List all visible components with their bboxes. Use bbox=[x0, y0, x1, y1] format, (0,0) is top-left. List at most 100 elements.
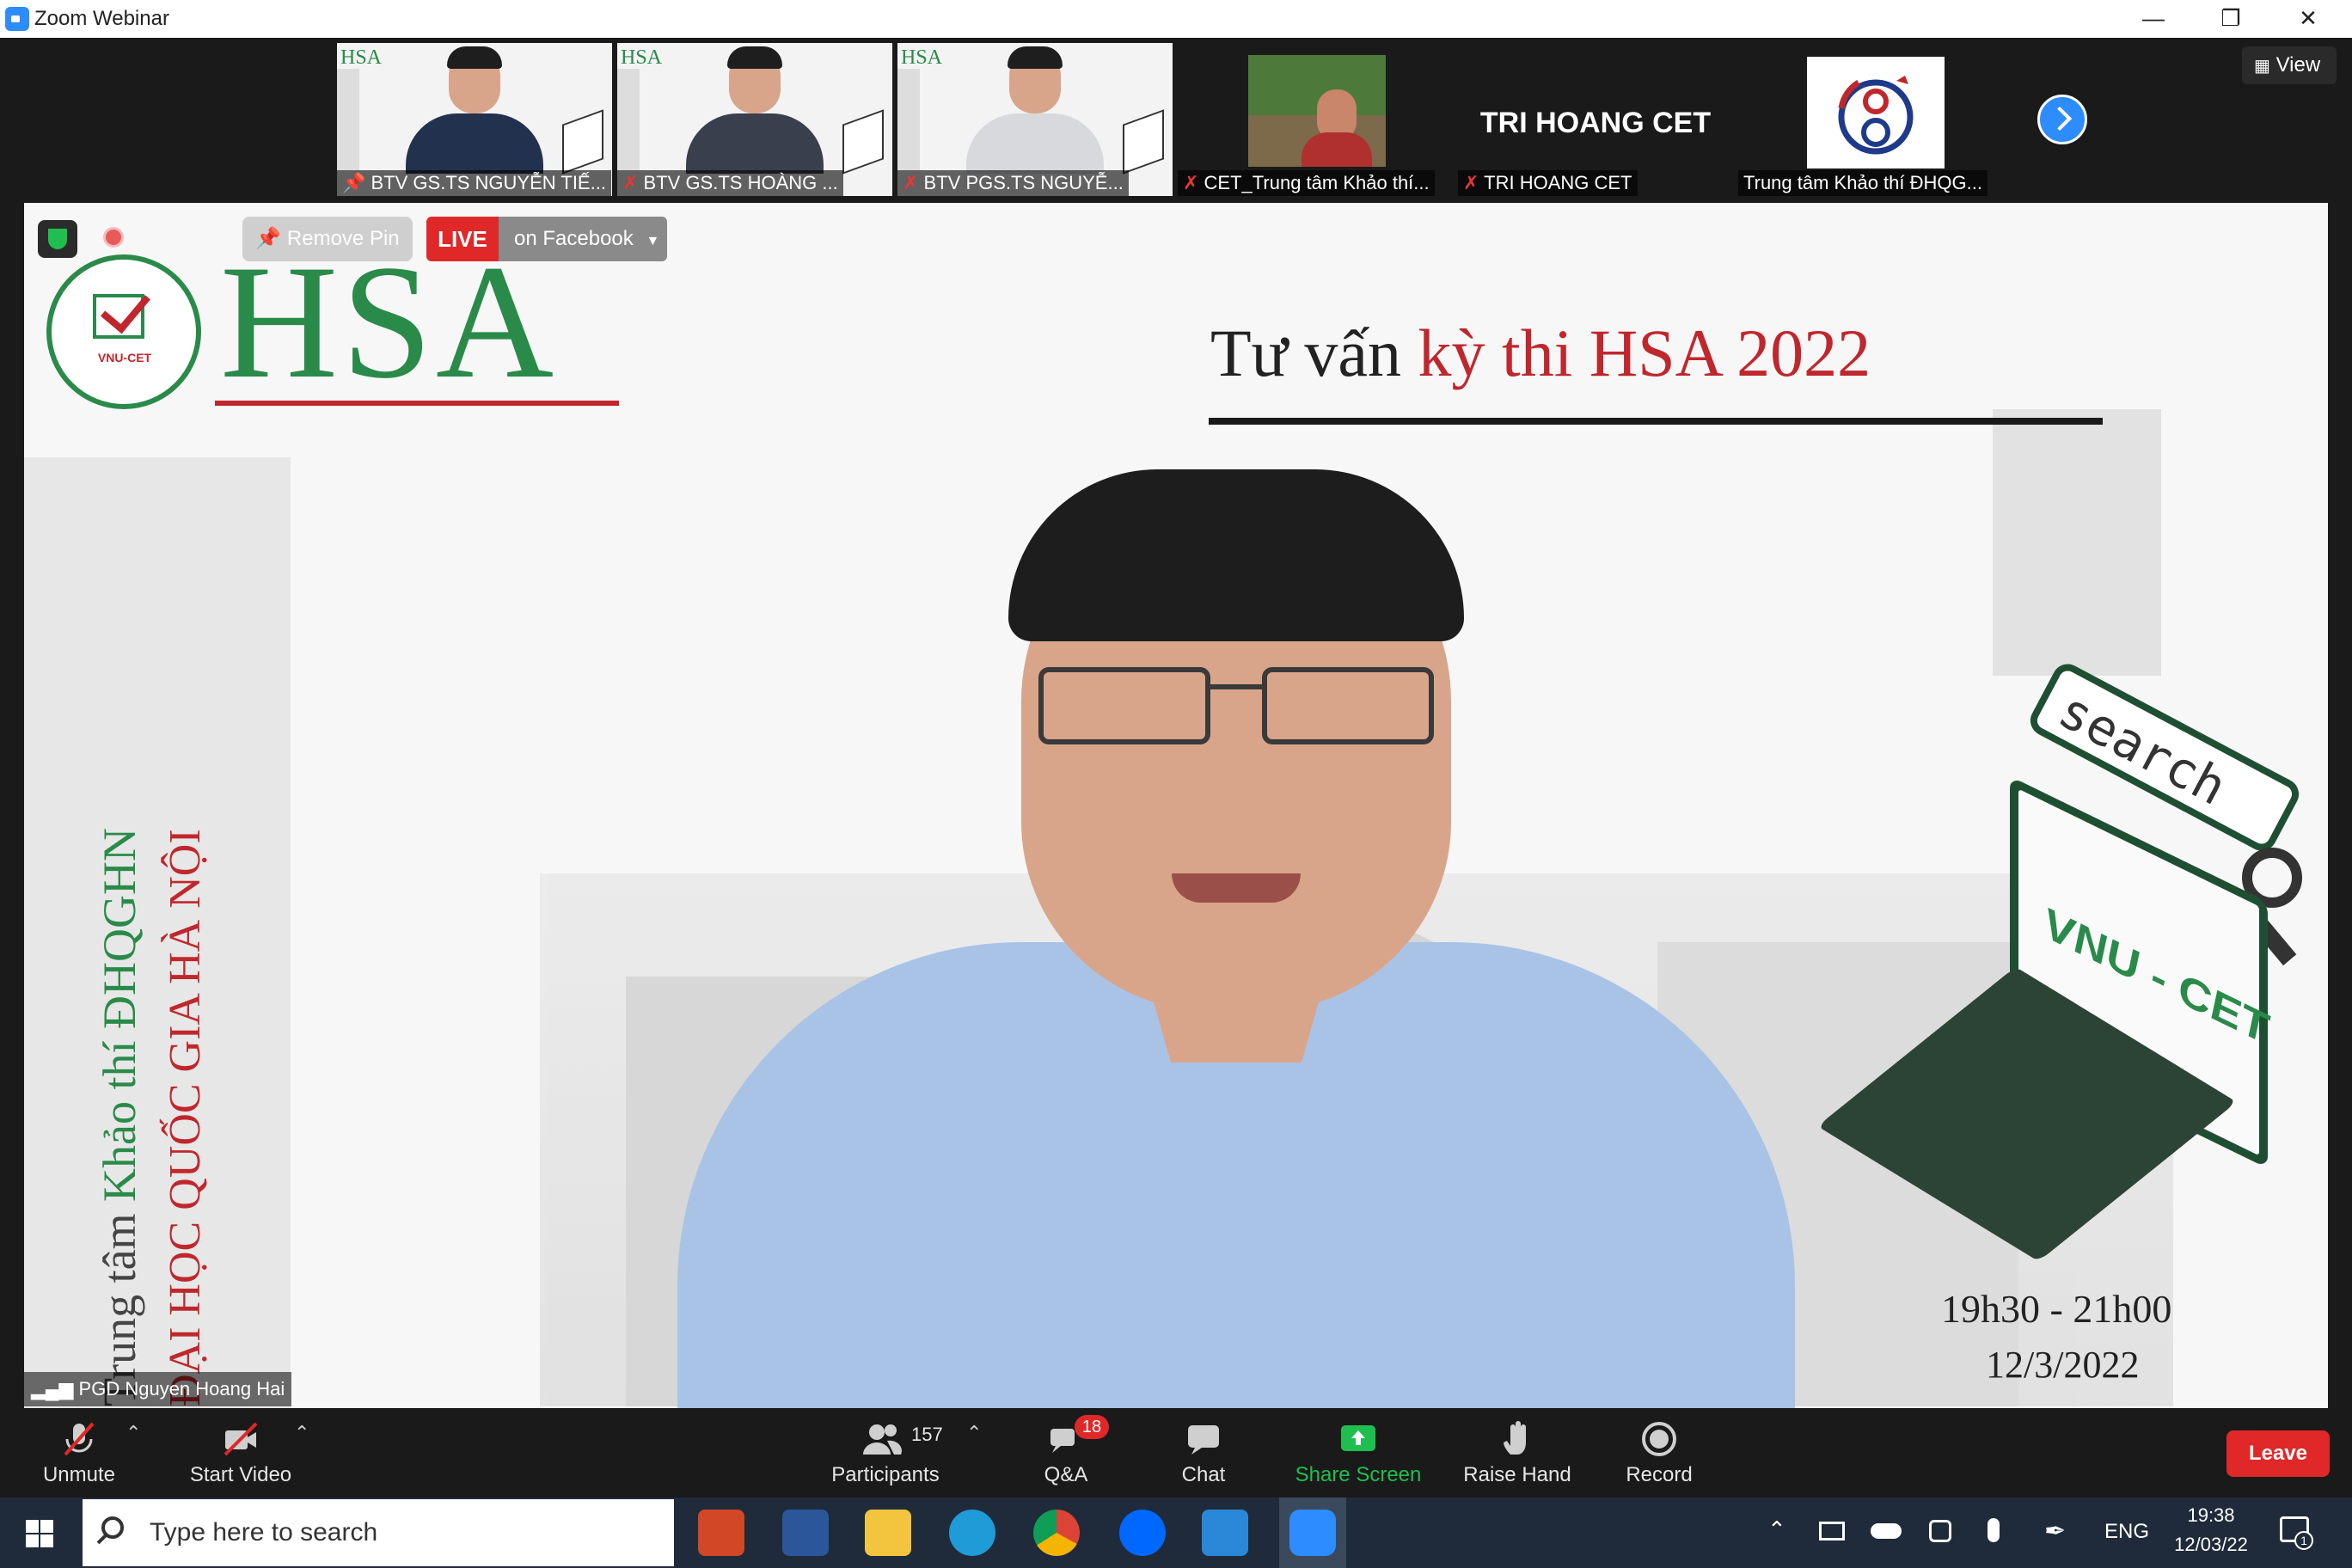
record-button[interactable]: Record bbox=[1608, 1415, 1711, 1492]
qa-button[interactable]: 18 Q&A bbox=[1014, 1415, 1118, 1492]
participant-thumbnails-strip: HSA 📌 BTV GS.TS NGUYỄN TIẾ... HSA ✗ BTV … bbox=[0, 38, 2352, 201]
thumbnail-tile[interactable]: ✗ CET_Trung tâm Khảo thí... bbox=[1178, 43, 1453, 196]
recording-indicator-icon bbox=[103, 227, 124, 248]
main-video-area: VNU-CET HSA Tư vấn kỳ thi HSA 2022 Trung… bbox=[24, 203, 2328, 1408]
pin-icon: 📌 bbox=[255, 227, 282, 250]
file-explorer-icon[interactable] bbox=[865, 1510, 911, 1556]
event-time: 19h30 - 21h00 bbox=[1941, 1287, 2172, 1331]
participant-display-name: TRI HOANG CET bbox=[1479, 107, 1712, 139]
pen-icon[interactable]: ✒ bbox=[2044, 1516, 2066, 1547]
thumbnail-tile[interactable]: HSA ✗ BTV GS.TS HOÀNG ... bbox=[617, 43, 892, 196]
notifications-icon[interactable]: 1 bbox=[2280, 1516, 2313, 1550]
powerpoint-icon[interactable] bbox=[698, 1510, 744, 1556]
window-title-bar: Zoom Webinar — ❐ ✕ bbox=[0, 0, 2352, 38]
leave-button[interactable]: Leave bbox=[2226, 1430, 2330, 1477]
record-icon bbox=[1642, 1422, 1676, 1456]
windows-start-icon[interactable] bbox=[26, 1520, 53, 1547]
share-screen-button[interactable]: Share Screen bbox=[1289, 1415, 1427, 1492]
slide-decor-bar bbox=[1993, 409, 2161, 676]
onedrive-icon[interactable] bbox=[1871, 1523, 1902, 1539]
meet-now-icon[interactable] bbox=[1929, 1520, 1951, 1542]
laptop-illustration bbox=[1123, 109, 1164, 175]
audio-options-caret[interactable]: ⌃ bbox=[126, 1422, 141, 1444]
encryption-shield-button[interactable] bbox=[38, 220, 77, 258]
next-page-button[interactable] bbox=[2037, 95, 2087, 144]
grid-view-icon: ▦ bbox=[2254, 57, 2270, 76]
laptop-illustration bbox=[562, 109, 603, 175]
laptop-illustration bbox=[842, 109, 884, 175]
view-button[interactable]: ▦ View bbox=[2242, 46, 2337, 84]
speaker-name-label: ▂▄▆ PGD Nguyen Hoang Hai bbox=[24, 1372, 292, 1406]
live-destination-dropdown[interactable]: on Facebook ▼ bbox=[499, 217, 667, 261]
seal-badge-text: VNU-CET bbox=[97, 351, 152, 364]
edge-icon[interactable] bbox=[949, 1510, 995, 1556]
taskbar-search-box[interactable]: Type here to search bbox=[83, 1499, 674, 1566]
thumbnail-tile[interactable]: HSA 📌 BTV GS.TS NGUYỄN TIẾ... bbox=[337, 43, 612, 196]
thumbnail-name-label: Trung tâm Khảo thí ĐHQG... bbox=[1738, 170, 1988, 196]
meeting-toolbar: Unmute ⌃ Start Video ⌃ 157 Participants … bbox=[0, 1408, 2352, 1498]
thumbnail-name-label: 📌 BTV GS.TS NGUYỄN TIẾ... bbox=[337, 170, 611, 196]
speaker-video bbox=[401, 43, 548, 174]
thumbnail-name-label: ✗ TRI HOANG CET bbox=[1458, 170, 1638, 196]
caret-down-icon: ▼ bbox=[646, 234, 660, 248]
shield-icon bbox=[48, 229, 67, 249]
thumbnail-tile[interactable]: HSA ✗ BTV PGS.TS NGUYỄ... bbox=[897, 43, 1173, 196]
language-indicator[interactable]: ENG bbox=[2104, 1520, 2149, 1544]
raise-hand-icon bbox=[1504, 1421, 1526, 1455]
hsa-logo: HSA bbox=[340, 46, 383, 69]
participants-button[interactable]: 157 Participants bbox=[817, 1415, 954, 1492]
hsa-logo: HSA bbox=[901, 46, 943, 69]
slide-vertical-center-name: Trung tâm Khảo thí ĐHQGHN bbox=[94, 828, 145, 1406]
window-title: Zoom Webinar bbox=[34, 7, 169, 30]
thumbnail-name-label: ✗ CET_Trung tâm Khảo thí... bbox=[1178, 170, 1435, 196]
show-hidden-icons-chevron[interactable]: ⌃ bbox=[1767, 1516, 1786, 1543]
video-off-icon bbox=[224, 1422, 258, 1456]
close-button[interactable]: ✕ bbox=[2269, 0, 2347, 38]
zoom-app-icon bbox=[5, 7, 29, 31]
muted-mic-icon bbox=[64, 1422, 95, 1456]
search-word: search bbox=[2049, 680, 2236, 818]
unmute-button[interactable]: Unmute bbox=[19, 1415, 139, 1492]
notification-count: 1 bbox=[2294, 1531, 2313, 1550]
zalo-icon[interactable] bbox=[1119, 1510, 1166, 1556]
event-date: 12/3/2022 bbox=[1986, 1344, 2140, 1386]
speaker-video bbox=[962, 43, 1108, 174]
participants-options-caret[interactable]: ⌃ bbox=[966, 1422, 982, 1444]
zoom-icon bbox=[1289, 1510, 1336, 1556]
thumbnail-tile[interactable]: Trung tâm Khảo thí ĐHQG... bbox=[1738, 43, 2013, 196]
chat-button[interactable]: Chat bbox=[1152, 1415, 1255, 1492]
word-icon[interactable] bbox=[782, 1510, 829, 1556]
thumbnail-name-label: ✗ BTV PGS.TS NGUYỄ... bbox=[897, 170, 1129, 196]
chat-icon bbox=[1188, 1425, 1219, 1455]
org-logo-icon bbox=[1838, 76, 1914, 155]
chrome-icon[interactable] bbox=[1033, 1510, 1080, 1556]
battery-icon[interactable] bbox=[1819, 1522, 1845, 1540]
search-placeholder: Type here to search bbox=[150, 1518, 378, 1547]
speaker-hair bbox=[1008, 469, 1464, 641]
participant-video bbox=[1248, 55, 1386, 167]
participants-count: 157 bbox=[911, 1424, 943, 1445]
start-video-button[interactable]: Start Video bbox=[172, 1415, 309, 1492]
photos-icon[interactable] bbox=[1202, 1510, 1248, 1556]
clock[interactable]: 19:38 12/03/22 bbox=[2161, 1504, 2261, 1556]
minimize-button[interactable]: — bbox=[2115, 0, 2192, 38]
remove-pin-button[interactable]: 📌 Remove Pin bbox=[242, 217, 413, 261]
glasses-icon bbox=[1038, 667, 1210, 744]
microphone-icon[interactable] bbox=[1988, 1518, 2000, 1542]
restore-button[interactable]: ❐ bbox=[2192, 0, 2269, 38]
qa-badge: 18 bbox=[1075, 1415, 1109, 1439]
hsa-logo-text: HSA bbox=[220, 232, 558, 413]
slide-vertical-university-name: ĐẠI HỌC QUỐC GIA HÀ NỘI bbox=[161, 829, 210, 1406]
avatar bbox=[1807, 57, 1945, 168]
live-badge[interactable]: LIVE bbox=[426, 217, 499, 261]
slide-title: Tư vấn kỳ thi HSA 2022 bbox=[1210, 315, 1871, 390]
thumbnail-tile[interactable]: TRI HOANG CET ✗ TRI HOANG CET bbox=[1458, 43, 1733, 196]
video-options-caret[interactable]: ⌃ bbox=[294, 1422, 309, 1444]
title-underline bbox=[1209, 418, 2103, 425]
thumbnail-name-label: ✗ BTV GS.TS HOÀNG ... bbox=[617, 170, 843, 196]
slide-side-panel bbox=[24, 457, 291, 1408]
zoom-taskbar-button[interactable] bbox=[1279, 1498, 1346, 1568]
speaker-video bbox=[677, 461, 1795, 1408]
raise-hand-button[interactable]: Raise Hand bbox=[1453, 1415, 1582, 1492]
speaker-video bbox=[682, 43, 828, 174]
